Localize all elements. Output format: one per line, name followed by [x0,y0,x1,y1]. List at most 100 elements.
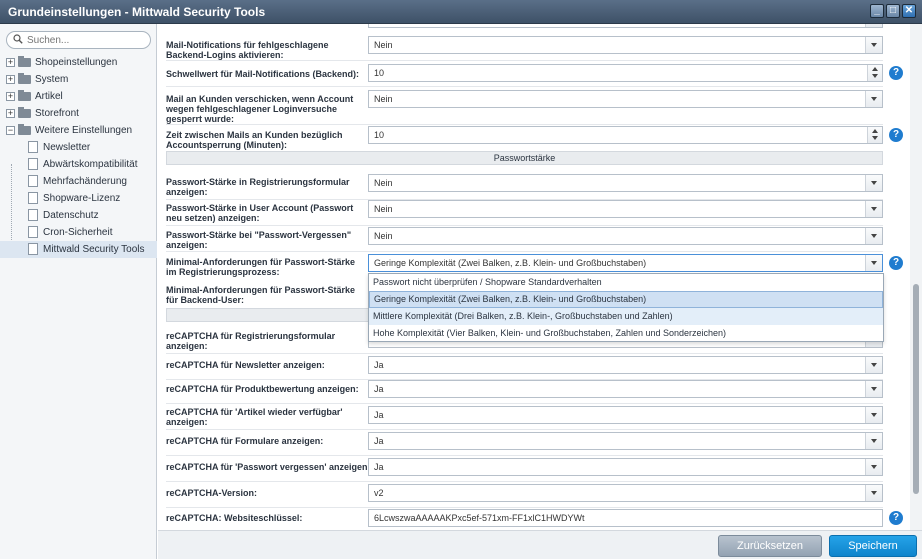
dropdown-arrow-icon[interactable] [865,407,882,423]
dropdown-arrow-icon[interactable] [865,381,882,397]
expand-icon[interactable]: + [6,58,15,67]
select-field[interactable]: v2 [368,484,883,502]
dropdown-arrow-icon[interactable] [865,37,882,53]
dropdown-option[interactable]: Hohe Komplexität (Vier Balken, Klein- un… [369,325,883,342]
document-icon [28,158,38,170]
help-icon[interactable]: ? [889,128,903,142]
dropdown-arrow-icon[interactable] [865,459,882,475]
tree-item-weitere-einstellungen[interactable]: − Weitere Einstellungen [0,122,157,139]
help-icon[interactable]: ? [889,256,903,270]
tree-item-shopeinstellungen[interactable]: + Shopeinstellungen [0,54,157,71]
select-field[interactable]: Nein [368,227,883,245]
footer-toolbar: Zurücksetzen Speichern [158,530,922,559]
row-divider [166,86,883,87]
tree-item-abwaertskompatibilitaet[interactable]: Abwärtskompatibilität [0,156,157,173]
scrollbar-thumb[interactable] [913,284,919,494]
close-button[interactable]: ✕ [902,4,916,18]
folder-icon [18,90,31,101]
settings-tree: + Shopeinstellungen + System + Artikel +… [0,54,157,258]
dropdown-arrow-icon[interactable] [865,175,882,191]
tree-item-newsletter[interactable]: Newsletter [0,139,157,156]
expand-icon[interactable]: + [6,75,15,84]
select-field-open[interactable]: Geringe Komplexität (Zwei Balken, z.B. K… [368,254,883,272]
field-label: reCAPTCHA für Produktbewertung anzeigen: [166,384,359,394]
tree-item-label: Storefront [35,108,79,119]
dropdown-arrow-icon[interactable] [865,357,882,373]
expand-icon[interactable]: + [6,92,15,101]
help-icon[interactable]: ? [889,66,903,80]
select-field[interactable]: Ja [368,406,883,424]
select-value: Ja [374,462,384,472]
folder-icon [18,56,31,67]
select-value: Ja [374,384,384,394]
dropdown-list[interactable]: Passwort nicht überprüfen / Shopware Sta… [368,273,884,342]
spinner-icon[interactable] [867,65,882,81]
number-value: 10 [374,68,385,78]
tree-item-label: Mittwald Security Tools [43,244,145,255]
select-field[interactable]: Ja [368,432,883,450]
dropdown-arrow-icon[interactable] [865,228,882,244]
dropdown-option[interactable]: Passwort nicht überprüfen / Shopware Sta… [369,274,883,291]
select-field[interactable]: Ja [368,380,883,398]
row-divider [166,403,883,404]
expand-icon[interactable]: + [6,109,15,118]
tree-item-datenschutz[interactable]: Datenschutz [0,207,157,224]
section-header-passwortstaerke: Passwortstärke [166,151,883,165]
document-icon [28,226,38,238]
maximize-button[interactable]: □ [886,4,900,18]
select-value: Ja [374,360,384,370]
select-field[interactable]: Nein [368,200,883,218]
row-divider [166,251,883,252]
dropdown-option-selected[interactable]: Geringe Komplexität (Zwei Balken, z.B. K… [369,291,883,308]
minimize-button[interactable]: _ [870,4,884,18]
row-divider [166,353,883,354]
select-field[interactable]: Nein [368,36,883,54]
field-label: reCAPTCHA für 'Artikel wieder verfügbar'… [166,407,343,427]
select-field[interactable]: Ja [368,458,883,476]
help-icon[interactable]: ? [889,511,903,525]
field-label: Minimal-Anforderungen für Passwort-Stärk… [166,285,356,305]
spinner-icon[interactable] [867,127,882,143]
text-field[interactable]: 6LcwszwaAAAAAKPxc5ef-571xm-FF1xlC1HWDYWt [368,509,883,527]
save-button[interactable]: Speichern [829,535,917,557]
select-value: Nein [374,40,393,50]
tree-item-mittwald-security-tools[interactable]: Mittwald Security Tools [0,241,157,258]
tree-item-label: Artikel [35,91,63,102]
field-label: Zeit zwischen Mails an Kunden bezüglich … [166,130,343,150]
text-value: 6LcwszwaAAAAAKPxc5ef-571xm-FF1xlC1HWDYWt [374,513,585,523]
dropdown-arrow-icon[interactable] [865,255,882,271]
select-field[interactable]: Ja [368,356,883,374]
window-title: Grundeinstellungen - Mittwald Security T… [8,5,266,19]
select-value: v2 [374,488,384,498]
select-field[interactable]: Nein [368,90,883,108]
document-icon [28,175,38,187]
select-field-previous[interactable] [368,24,883,28]
field-label: reCAPTCHA für 'Passwort vergessen' anzei… [166,462,371,472]
tree-item-mehrfachaenderung[interactable]: Mehrfachänderung [0,173,157,190]
number-field[interactable]: 10 [368,126,883,144]
dropdown-arrow-icon[interactable] [865,485,882,501]
select-field[interactable]: Nein [368,174,883,192]
number-value: 10 [374,130,385,140]
tree-item-label: Mehrfachänderung [43,176,127,187]
search-input[interactable] [27,33,145,47]
tree-item-artikel[interactable]: + Artikel [0,88,157,105]
dropdown-option[interactable]: Mittlere Komplexität (Drei Balken, z.B. … [369,308,883,325]
dropdown-arrow-icon[interactable] [865,201,882,217]
dropdown-arrow-icon[interactable] [865,24,882,27]
reset-button[interactable]: Zurücksetzen [718,535,822,557]
window-controls: _ □ ✕ [870,4,916,18]
tree-item-shopware-lizenz[interactable]: Shopware-Lizenz [0,190,157,207]
search-box[interactable] [6,31,151,49]
tree-item-label: Weitere Einstellungen [35,125,133,136]
scrollbar[interactable] [910,24,922,530]
field-label: Passwort-Stärke in Registrierungsformula… [166,177,350,197]
tree-item-system[interactable]: + System [0,71,157,88]
tree-item-cron-sicherheit[interactable]: Cron-Sicherheit [0,224,157,241]
select-value: Ja [374,410,384,420]
dropdown-arrow-icon[interactable] [865,91,882,107]
dropdown-arrow-icon[interactable] [865,433,882,449]
collapse-icon[interactable]: − [6,126,15,135]
tree-item-storefront[interactable]: + Storefront [0,105,157,122]
number-field[interactable]: 10 [368,64,883,82]
